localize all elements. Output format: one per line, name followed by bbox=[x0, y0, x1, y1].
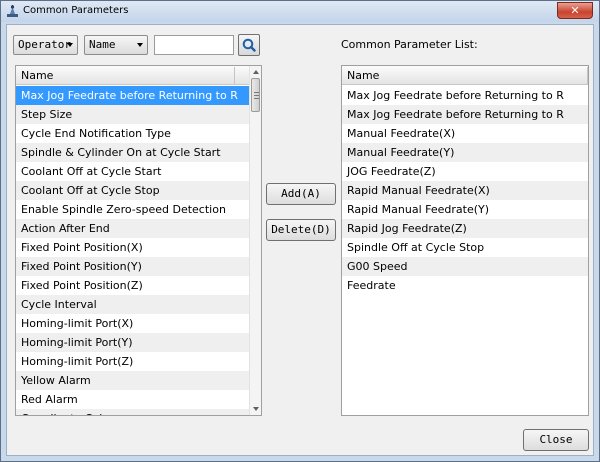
list-item[interactable]: Coolant Off at Cycle Start bbox=[16, 162, 250, 181]
list-item[interactable]: Rapid Jog Feedrate(Z) bbox=[342, 219, 588, 238]
close-button[interactable]: Close bbox=[523, 429, 589, 451]
common-parameter-list[interactable]: Name Max Jog Feedrate before Returning t… bbox=[341, 65, 589, 416]
grip-line bbox=[254, 95, 259, 96]
scroll-down-icon[interactable] bbox=[253, 407, 259, 411]
list-item[interactable]: Homing-limit Port(Y) bbox=[16, 333, 250, 352]
list-item[interactable]: Cycle End Notification Type bbox=[16, 124, 250, 143]
window-close-icon[interactable]: ✕ bbox=[557, 2, 593, 19]
list-item[interactable]: Manual Feedrate(Y) bbox=[342, 143, 588, 162]
list-item[interactable]: Enable Spindle Zero-speed Detection bbox=[16, 200, 250, 219]
common-parameter-list-label: Common Parameter List: bbox=[341, 38, 478, 51]
list-item[interactable]: Spindle & Cylinder On at Cycle Start bbox=[16, 143, 250, 162]
search-button[interactable] bbox=[238, 34, 260, 56]
grip-line bbox=[254, 98, 259, 99]
app-icon bbox=[7, 5, 18, 17]
list-item[interactable]: Fixed Point Position(X) bbox=[16, 238, 250, 257]
scroll-thumb[interactable] bbox=[251, 78, 260, 112]
column-dropdown[interactable]: Name bbox=[84, 35, 148, 55]
list-item[interactable]: Feedrate bbox=[342, 276, 588, 295]
list-item[interactable]: Action After End bbox=[16, 219, 250, 238]
chevron-down-icon bbox=[137, 43, 143, 47]
search-input[interactable] bbox=[154, 35, 234, 55]
list-item[interactable]: Rapid Manual Feedrate(X) bbox=[342, 181, 588, 200]
list-item[interactable]: Max Jog Feedrate before Returning to R bbox=[16, 86, 250, 105]
list-item[interactable]: Homing-limit Port(X) bbox=[16, 314, 250, 333]
column-dropdown-label: Name bbox=[89, 38, 116, 51]
operator-dropdown[interactable]: Operator bbox=[13, 35, 78, 55]
operator-dropdown-label: Operator bbox=[18, 38, 71, 51]
list-item[interactable]: Rapid Manual Feedrate(Y) bbox=[342, 200, 588, 219]
left-list-scrollbar[interactable] bbox=[249, 66, 261, 415]
list-item[interactable]: Step Size bbox=[16, 105, 250, 124]
list-item[interactable]: Coordinate Color bbox=[16, 409, 250, 415]
window-title: Common Parameters bbox=[23, 5, 129, 16]
list-item[interactable]: Yellow Alarm bbox=[16, 371, 250, 390]
dialog-window: Common Parameters ✕ Operator Name Common… bbox=[0, 0, 600, 462]
left-list-rows: Max Jog Feedrate before Returning to R St… bbox=[16, 86, 250, 415]
list-item[interactable]: Fixed Point Position(Z) bbox=[16, 276, 250, 295]
magnifier-icon bbox=[242, 38, 256, 52]
dialog-content: Operator Name Common Parameter List: Nam… bbox=[6, 24, 594, 456]
right-list-rows: Max Jog Feedrate before Returning to R Ma… bbox=[342, 86, 588, 295]
list-item[interactable]: G00 Speed bbox=[342, 257, 588, 276]
right-list-header-label: Name bbox=[347, 69, 380, 82]
right-list-header[interactable]: Name bbox=[342, 66, 588, 85]
column-divider bbox=[587, 67, 588, 84]
add-button[interactable]: Add(A) bbox=[266, 183, 336, 205]
list-item[interactable]: Red Alarm bbox=[16, 390, 250, 409]
list-item[interactable]: Coolant Off at Cycle Stop bbox=[16, 181, 250, 200]
left-list-header-label: Name bbox=[21, 69, 54, 82]
list-item[interactable]: Max Jog Feedrate before Returning to R bbox=[342, 86, 588, 105]
list-item[interactable]: JOG Feedrate(Z) bbox=[342, 162, 588, 181]
grip-line bbox=[254, 92, 259, 93]
chevron-down-icon bbox=[67, 43, 73, 47]
column-divider bbox=[234, 67, 235, 84]
list-item[interactable]: Fixed Point Position(Y) bbox=[16, 257, 250, 276]
title-bar[interactable]: Common Parameters ✕ bbox=[1, 1, 599, 22]
list-item[interactable]: Manual Feedrate(X) bbox=[342, 124, 588, 143]
list-item[interactable]: Spindle Off at Cycle Stop bbox=[342, 238, 588, 257]
scroll-up-icon[interactable] bbox=[253, 70, 259, 74]
delete-button[interactable]: Delete(D) bbox=[266, 219, 336, 241]
available-parameters-list[interactable]: Name Max Jog Feedrate before Returning t… bbox=[15, 65, 262, 416]
list-item[interactable]: Homing-limit Port(Z) bbox=[16, 352, 250, 371]
list-item[interactable]: Max Jog Feedrate before Returning to R bbox=[342, 105, 588, 124]
left-list-header[interactable]: Name bbox=[16, 66, 250, 85]
list-item[interactable]: Cycle Interval bbox=[16, 295, 250, 314]
